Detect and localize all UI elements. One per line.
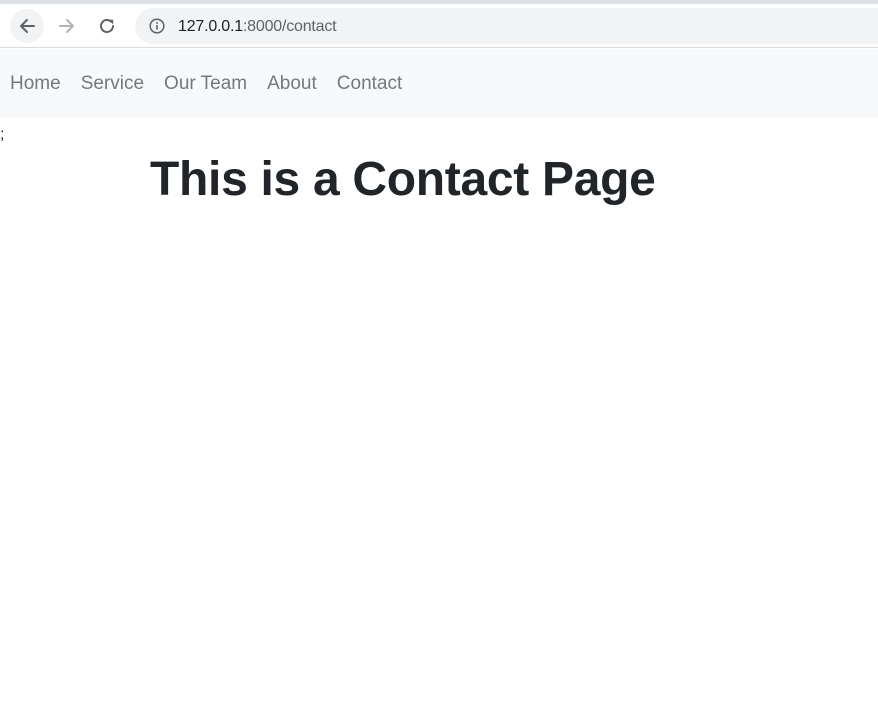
stray-text: ; <box>0 126 5 143</box>
forward-arrow-icon <box>59 19 74 33</box>
url-path: :8000/contact <box>242 18 337 35</box>
nav-link-contact[interactable]: Contact <box>327 72 412 96</box>
browser-toolbar: 127.0.0.1:8000/contact <box>0 4 878 48</box>
nav-link-home[interactable]: Home <box>0 72 71 96</box>
nav-link-our-team[interactable]: Our Team <box>154 72 257 96</box>
page-title: This is a Contact Page <box>150 153 656 206</box>
back-arrow-icon <box>20 19 35 33</box>
address-bar[interactable]: 127.0.0.1:8000/contact <box>135 8 878 44</box>
back-button[interactable] <box>10 9 44 43</box>
url-host: 127.0.0.1 <box>178 18 243 35</box>
reload-button[interactable] <box>90 9 124 43</box>
nav-link-about[interactable]: About <box>257 72 327 96</box>
reload-icon <box>100 19 114 33</box>
url-text[interactable]: 127.0.0.1:8000/contact <box>178 18 337 36</box>
info-icon[interactable] <box>149 18 165 34</box>
nav-link-service[interactable]: Service <box>71 72 154 96</box>
forward-button[interactable] <box>50 9 84 43</box>
site-navbar: Home Service Our Team About Contact <box>0 49 878 118</box>
